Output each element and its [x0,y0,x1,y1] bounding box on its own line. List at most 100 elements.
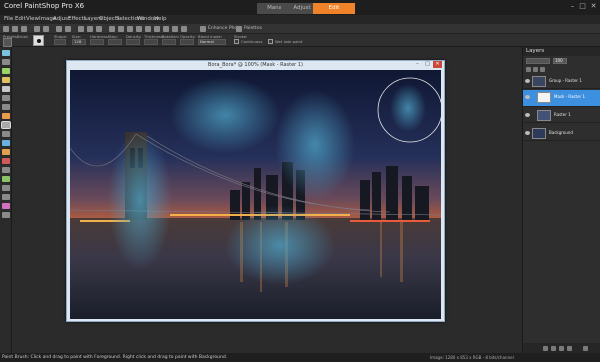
document-title-bar[interactable]: Bora_Bora* @ 100% (Mask - Raster 1) – □ … [67,61,444,69]
undo-icon[interactable] [56,26,62,32]
rotation-input[interactable] [162,39,176,45]
layer-thumb [532,76,546,87]
mask-thumb [537,92,551,103]
menu-view[interactable]: View [26,16,39,22]
step-input[interactable] [108,39,122,45]
layer-blend-select[interactable] [526,58,550,64]
continuous-checkbox[interactable] [234,39,239,44]
menu-file[interactable]: File [4,16,13,22]
thickness-input[interactable] [144,39,158,45]
dropper-tool-icon[interactable] [2,86,10,92]
size-input[interactable]: 128 [72,39,86,45]
opacity-input[interactable] [180,39,194,45]
clone-tool-icon[interactable] [2,131,10,137]
palettes-icon[interactable] [236,26,242,32]
blend-mode-select[interactable]: Normal [198,39,226,45]
brush-tip-button[interactable] [33,35,44,46]
city-night-photo [70,70,441,319]
layer-row-background[interactable]: Background [523,126,600,141]
document-window[interactable]: Bora_Bora* @ 100% (Mask - Raster 1) – □ … [66,60,445,322]
layer-row-group[interactable]: Group - Raster 1 [523,74,600,89]
redeye-tool-icon[interactable] [2,113,10,119]
mask-layer-icon[interactable] [551,346,556,351]
eye-icon[interactable] [525,79,530,83]
smudge-tool-icon[interactable] [2,167,10,173]
layer-name: Group - Raster 1 [549,78,582,83]
save-icon[interactable] [21,26,27,32]
dodge-tool-icon[interactable] [2,158,10,164]
density-input[interactable] [126,39,140,45]
menu-edit[interactable]: Edit [15,16,26,22]
text-tool-icon[interactable] [2,176,10,182]
retouch-tool-icon[interactable] [2,212,10,218]
fill-tool-icon[interactable] [2,149,10,155]
visibility-icon[interactable] [540,67,545,72]
cut-icon[interactable] [78,26,84,32]
minimize-icon[interactable]: – [568,2,577,10]
brush-dot-icon [37,39,41,43]
flip-icon[interactable] [136,26,142,32]
redo-icon[interactable] [65,26,71,32]
zoom-icon[interactable] [154,26,160,32]
eye-icon[interactable] [525,131,530,135]
selection-tool-icon[interactable] [2,77,10,83]
copy-icon[interactable] [87,26,93,32]
layer-thumb [537,110,551,121]
layer-opacity-input[interactable]: 100 [553,58,567,64]
presets-dropdown[interactable] [3,38,12,47]
doc-close-icon[interactable]: ✕ [433,61,442,68]
new-file-icon[interactable] [3,26,9,32]
layer-row-raster[interactable]: Raster 1 [523,108,600,123]
tool-options-bar: Presets: Brush Shape: Size: 128 Hardness… [0,34,600,47]
palettes-button[interactable]: Palettes [244,26,262,31]
layer-row-mask[interactable]: Mask - Raster 1 [523,90,600,107]
open-file-icon[interactable] [12,26,18,32]
maximize-icon[interactable]: □ [578,2,587,10]
eye-icon[interactable] [525,95,530,99]
pan-tool-icon[interactable] [2,50,10,56]
pen-tool-icon[interactable] [2,194,10,200]
status-bar: Paint Brush: Click and drag to paint wit… [0,353,600,362]
adjust-layer-icon[interactable] [559,346,564,351]
lock-icon[interactable] [526,67,531,72]
document-title: Bora_Bora* @ 100% (Mask - Raster 1) [208,62,303,68]
eraser-tool-icon[interactable] [2,140,10,146]
tab-edit[interactable]: Edit [313,3,355,14]
menu-help[interactable]: Help [154,16,167,22]
wet-look-checkbox[interactable] [268,39,273,44]
doc-maximize-icon[interactable]: □ [423,61,432,68]
paintshop-window: Corel PaintShop Pro X6 Manage Adjust Edi… [0,0,600,362]
wet-look-label: Wet look paint [275,39,303,44]
tools-toolbar [0,47,12,353]
rotate-icon[interactable] [127,26,133,32]
image-canvas[interactable] [70,70,441,319]
paste-icon[interactable] [96,26,102,32]
redeye-icon[interactable] [181,26,187,32]
mirror-icon[interactable] [145,26,151,32]
paint-brush-tool-icon[interactable] [1,121,11,129]
print-icon[interactable] [34,26,40,32]
shape-tool-icon[interactable] [2,185,10,191]
resize-icon[interactable] [118,26,124,32]
email-icon[interactable] [43,26,49,32]
delete-layer-icon[interactable] [583,346,588,351]
zoom-tool-icon[interactable] [2,59,10,65]
new-layer-icon[interactable] [543,346,548,351]
enhance-photo-icon[interactable] [200,26,206,32]
warp-tool-icon[interactable] [2,203,10,209]
dropper-icon[interactable] [172,26,178,32]
pick-tool-icon[interactable] [2,68,10,74]
layers-title: Layers [526,48,545,54]
crop-tool-icon[interactable] [2,95,10,101]
eye-icon[interactable] [525,113,530,117]
shape-select[interactable] [54,39,66,45]
doc-minimize-icon[interactable]: – [413,61,422,68]
group-layer-icon[interactable] [567,346,572,351]
hardness-input[interactable] [90,39,104,45]
close-icon[interactable]: ✕ [589,2,598,10]
straighten-tool-icon[interactable] [2,104,10,110]
layers-bottom-bar [523,343,600,353]
crop-icon[interactable] [109,26,115,32]
link-icon[interactable] [533,67,538,72]
histogram-icon[interactable] [163,26,169,32]
